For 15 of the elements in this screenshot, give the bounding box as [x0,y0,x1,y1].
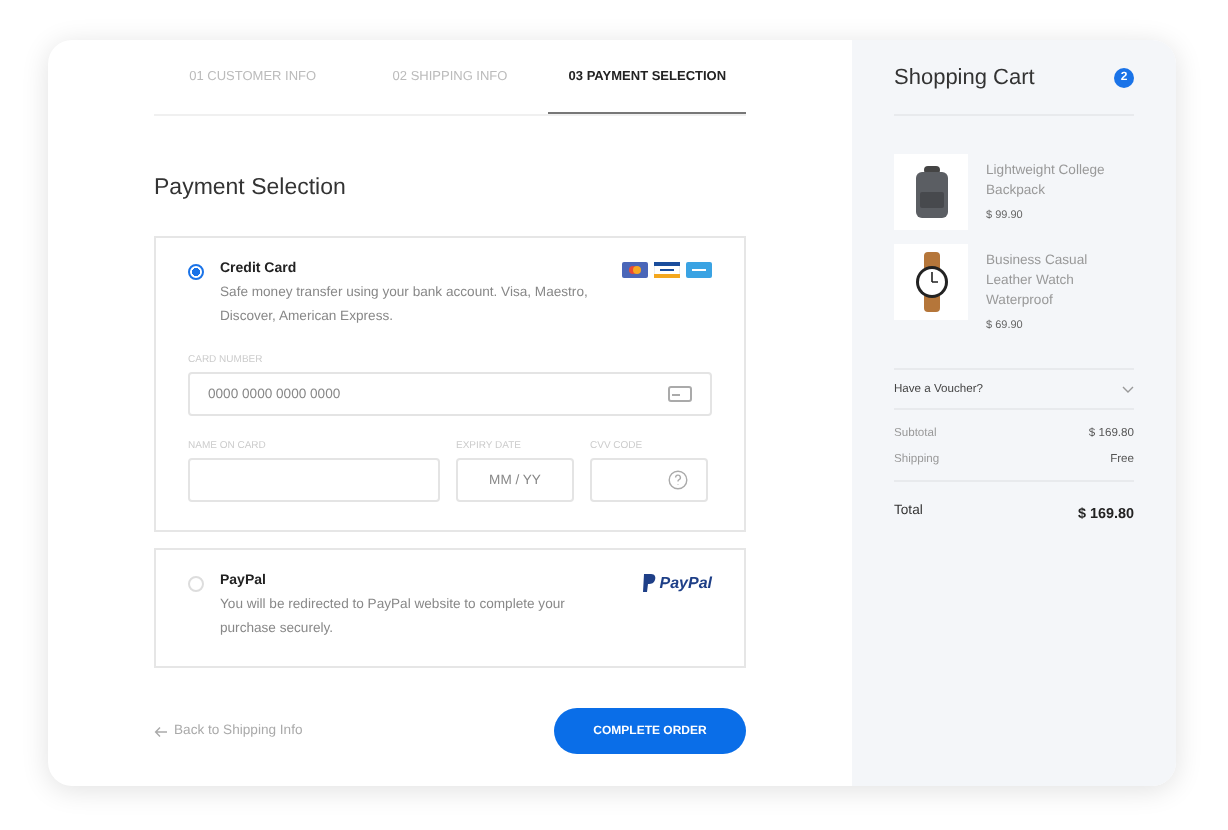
radio-button[interactable] [188,264,204,280]
card-icon [668,386,692,402]
amex-card-icon [686,262,712,278]
mastercard-icon [622,262,648,278]
visa-card-icon [654,262,680,278]
watch-drawing [913,252,949,312]
section-heading: Payment Selection [154,176,348,204]
help-icon [668,470,688,490]
cart-title: Shopping Cart [894,65,1035,89]
cvv-code-field[interactable] [590,458,708,502]
name-on-card-field[interactable] [188,458,440,502]
arrow-left-icon [154,725,168,737]
chevron-down-icon [1122,385,1134,393]
backpack-drawing [913,165,949,219]
paypal-logo: PayPal [641,574,712,592]
